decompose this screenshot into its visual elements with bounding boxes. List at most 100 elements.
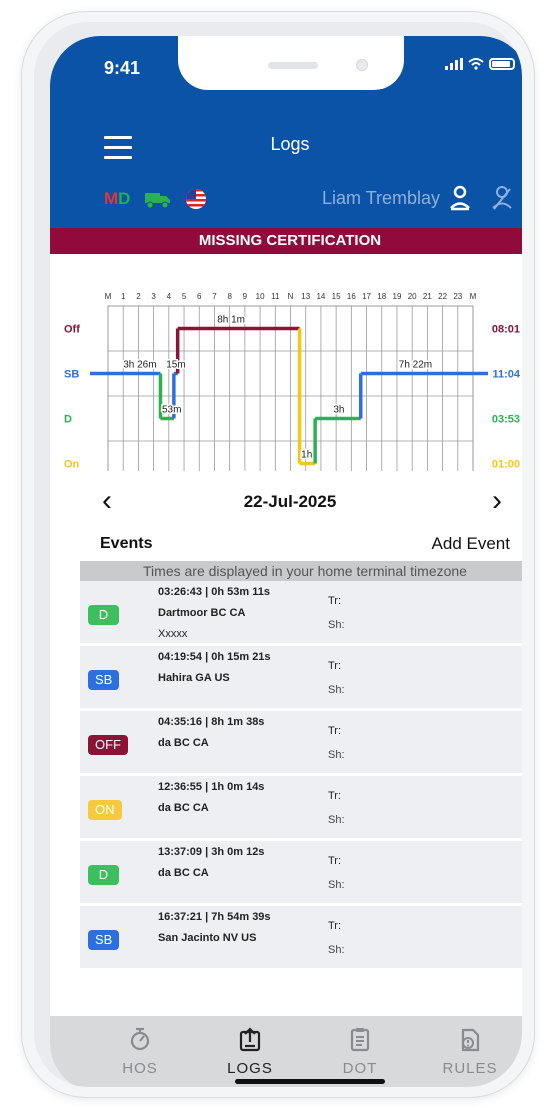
- shipping-label: Sh:: [328, 749, 345, 761]
- shipping-label: Sh:: [328, 814, 345, 826]
- log-graph-svg: M 1 2 3 4 5 6 7 8 9 10 11 N 13 14 15 16 17 18 19 20 21 22 23 MOf…: [64, 292, 521, 487]
- event-location: da BC CA: [158, 802, 209, 814]
- event-row[interactable]: D 03:26:43 | 0h 53m 11s Dartmoor BC CA Xxxx…: [80, 581, 522, 646]
- tab-hos-label: HOS: [122, 1060, 158, 1077]
- event-row[interactable]: OFF 04:35:16 | 8h 1m 38s da BC CA Tr: Sh:: [80, 711, 522, 776]
- hour-tick-label: 20: [408, 292, 417, 301]
- edit-pencil-icon[interactable]: [520, 861, 522, 887]
- row-total-on: 01:00: [492, 459, 520, 471]
- hour-tick-label: 22: [438, 292, 447, 301]
- edit-pencil-icon[interactable]: [520, 666, 522, 692]
- edit-pencil-icon[interactable]: [520, 601, 522, 627]
- edit-pencil-icon[interactable]: [520, 731, 522, 757]
- hour-tick-label: 7: [212, 292, 217, 301]
- hour-tick-label: 5: [182, 292, 187, 301]
- event-time: 04:19:54 | 0h 15m 21s: [158, 651, 271, 663]
- battery-icon: [489, 58, 515, 70]
- md-d: D: [118, 189, 131, 208]
- event-time: 16:37:21 | 7h 54m 39s: [158, 911, 271, 923]
- wifi-icon: [468, 58, 484, 70]
- event-row[interactable]: SB 16:37:21 | 7h 54m 39s San Jacinto NV US…: [80, 906, 522, 971]
- edit-pencil-icon[interactable]: [520, 796, 522, 822]
- hour-tick-label: 19: [393, 292, 402, 301]
- row-total-sb: 11:04: [492, 369, 520, 381]
- driver-icon[interactable]: [448, 185, 472, 211]
- truck-icon[interactable]: [145, 191, 171, 209]
- hour-tick-label: 9: [243, 292, 248, 301]
- date-navigation: ‹ 22-Jul-2025 ›: [50, 484, 522, 524]
- event-list: D 03:26:43 | 0h 53m 11s Dartmoor BC CA Xxxx…: [80, 581, 522, 971]
- row-label-d: D: [64, 414, 72, 426]
- missing-certification-banner[interactable]: MISSING CERTIFICATION: [50, 228, 522, 254]
- shipping-label: Sh:: [328, 619, 345, 631]
- segment-duration-label: 8h 1m: [217, 315, 245, 326]
- tab-rules-label: RULES: [442, 1060, 498, 1077]
- status-icons: [445, 58, 515, 70]
- driver-name[interactable]: Liam Tremblay: [322, 188, 440, 209]
- segment-duration-label: 1h: [301, 450, 312, 461]
- segment-duration-label: 15m: [166, 360, 185, 371]
- event-time: 13:37:09 | 3h 0m 12s: [158, 846, 265, 858]
- row-label-on: On: [64, 459, 80, 471]
- hour-tick-label: 14: [316, 292, 325, 301]
- event-time: 03:26:43 | 0h 53m 11s: [158, 586, 270, 598]
- event-row[interactable]: ON 12:36:55 | 1h 0m 14s da BC CA Tr: Sh:: [80, 776, 522, 841]
- hour-tick-label: M: [470, 292, 477, 301]
- status-badge: D: [88, 605, 119, 625]
- hour-tick-label: 13: [301, 292, 310, 301]
- hour-tick-label: 10: [256, 292, 265, 301]
- us-flag-icon[interactable]: [185, 188, 207, 210]
- tab-logs-label: LOGS: [227, 1060, 273, 1077]
- event-time: 12:36:55 | 1h 0m 14s: [158, 781, 265, 793]
- segment-duration-label: 3h: [333, 405, 344, 416]
- shipping-label: Sh:: [328, 684, 345, 696]
- app-screen: 9:41 Logs MD Liam Tremblay MISSING CERTI…: [50, 36, 522, 1087]
- segment-duration-label: 3h 26m: [123, 360, 156, 371]
- trailer-label: Tr:: [328, 660, 342, 672]
- hour-tick-label: 23: [453, 292, 462, 301]
- hour-tick-label: 18: [377, 292, 386, 301]
- log-date: 22-Jul-2025: [243, 492, 337, 511]
- shipping-label: Sh:: [328, 944, 345, 956]
- add-event-button[interactable]: Add Event: [370, 534, 510, 554]
- camera: [356, 59, 368, 71]
- hour-tick-label: 17: [362, 292, 371, 301]
- signal-icon: [445, 58, 463, 70]
- tab-dot[interactable]: DOT: [320, 1026, 400, 1077]
- hour-tick-label: M: [105, 292, 112, 301]
- trailer-label: Tr:: [328, 920, 342, 932]
- rules-icon: [461, 1028, 480, 1052]
- phone-frame: 9:41 Logs MD Liam Tremblay MISSING CERTI…: [22, 12, 534, 1097]
- trailer-label: Tr:: [328, 855, 342, 867]
- phone-bezel: 9:41 Logs MD Liam Tremblay MISSING CERTI…: [34, 22, 522, 1087]
- hour-tick-label: 21: [423, 292, 432, 301]
- tab-hos[interactable]: HOS: [100, 1026, 180, 1077]
- home-indicator: [235, 1079, 385, 1084]
- event-note: Xxxxx: [158, 628, 188, 640]
- co-driver-icon[interactable]: [490, 185, 514, 211]
- status-badge: ON: [88, 800, 122, 820]
- event-time: 04:35:16 | 8h 1m 38s: [158, 716, 265, 728]
- status-time: 9:41: [104, 58, 141, 78]
- tab-logs[interactable]: LOGS: [210, 1026, 290, 1077]
- md-status: MD: [104, 189, 130, 209]
- row-total-off: 08:01: [492, 324, 520, 336]
- event-row[interactable]: D 13:37:09 | 3h 0m 12s da BC CA Tr: Sh:: [80, 841, 522, 906]
- hour-tick-label: 2: [136, 292, 141, 301]
- event-location: da BC CA: [158, 867, 209, 879]
- page-title: Logs: [270, 134, 310, 154]
- tab-rules[interactable]: RULES: [430, 1026, 510, 1077]
- trailer-label: Tr:: [328, 725, 342, 737]
- hos-log-graph: M 1 2 3 4 5 6 7 8 9 10 11 N 13 14 15 16 17 18 19 20 21 22 23 M Of…: [50, 261, 522, 487]
- status-badge: OFF: [88, 735, 128, 755]
- segment-duration-label: 7h 22m: [399, 360, 432, 371]
- speaker: [268, 62, 318, 69]
- event-row[interactable]: SB 04:19:54 | 0h 15m 21s Hahira GA US Tr: Sh…: [80, 646, 522, 711]
- shipping-label: Sh:: [328, 879, 345, 891]
- md-m: M: [104, 189, 119, 208]
- status-badge: D: [88, 865, 119, 885]
- next-day-button[interactable]: ›: [492, 484, 502, 518]
- status-badge: SB: [88, 670, 120, 690]
- event-location: Dartmoor BC CA: [158, 607, 246, 619]
- edit-pencil-icon[interactable]: [520, 926, 522, 952]
